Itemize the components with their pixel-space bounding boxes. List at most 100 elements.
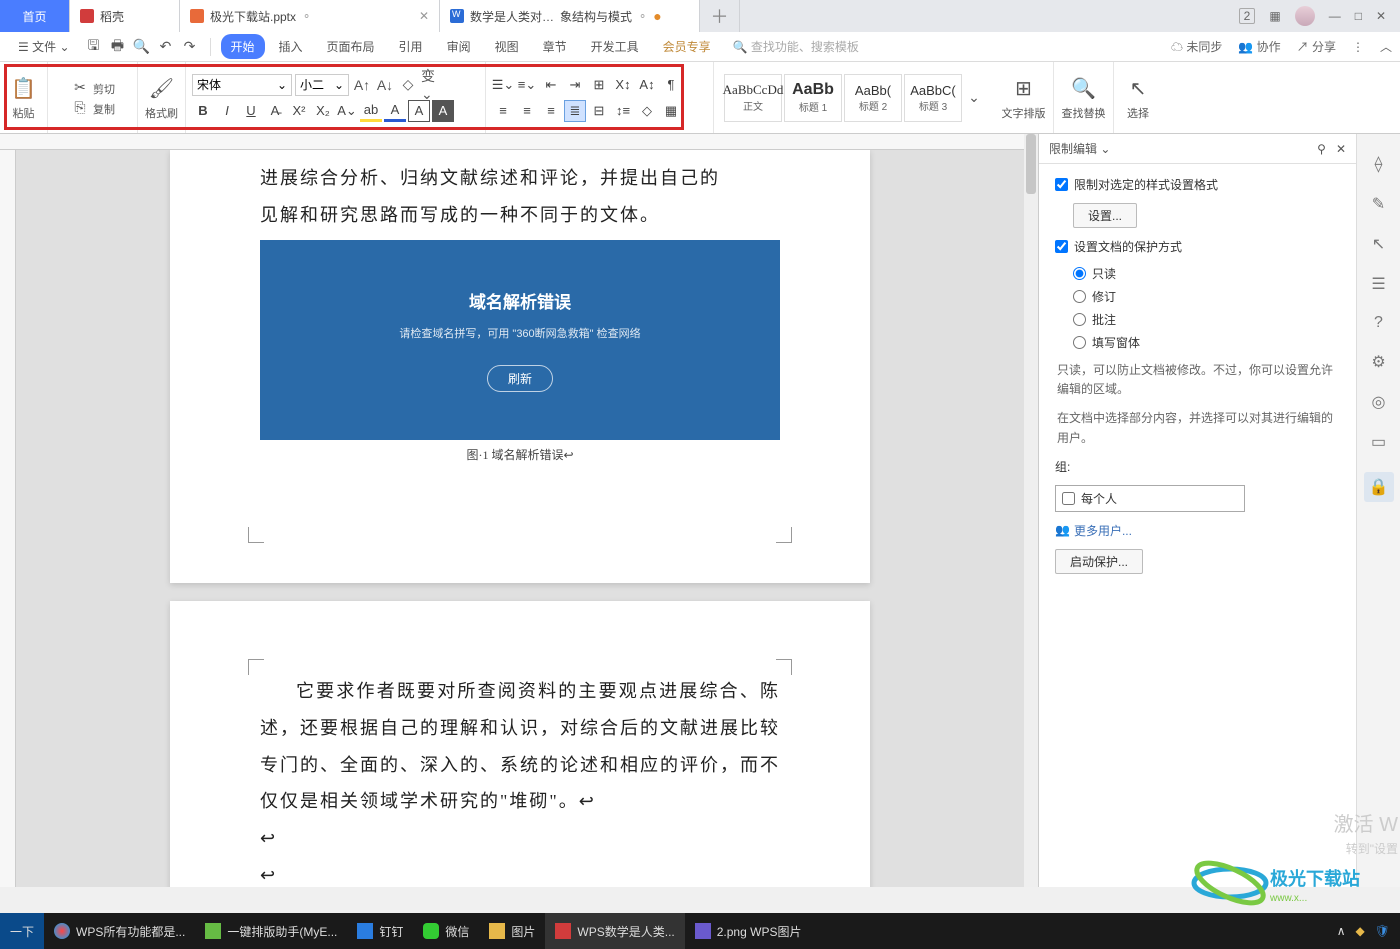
style-h2[interactable]: AaBb(标题 2 xyxy=(844,74,902,122)
save-icon[interactable]: 🖫 xyxy=(84,37,104,57)
grow-font-icon[interactable]: A↑ xyxy=(352,75,372,95)
taskbar-item[interactable]: 微信 xyxy=(413,913,479,949)
underline-button[interactable]: U xyxy=(240,100,262,122)
scrollbar-vertical[interactable] xyxy=(1024,134,1038,887)
borders-icon[interactable]: ▦ xyxy=(660,100,682,122)
showmarks-icon[interactable]: A↕ xyxy=(636,74,658,96)
rocket-icon[interactable]: ⟠ xyxy=(1375,154,1383,174)
tab-home[interactable]: 首页 xyxy=(0,0,70,32)
pin-icon[interactable]: ⚬ xyxy=(638,10,647,23)
maximize-icon[interactable]: □ xyxy=(1355,9,1362,23)
cut-icon[interactable]: ✂ xyxy=(70,78,90,98)
linespace-icon[interactable]: ↕≡ xyxy=(612,100,634,122)
paragraph[interactable]: 进展综合分析、归纳文献综述和评论，并提出自己的 xyxy=(260,160,780,197)
target-icon[interactable]: ◎ xyxy=(1372,392,1386,412)
para-icon[interactable]: ¶ xyxy=(660,74,682,96)
everyone-checkbox[interactable]: 每个人 xyxy=(1055,485,1245,512)
image-caption[interactable]: 图·1 域名解析错误↩ xyxy=(260,446,780,463)
avatar[interactable] xyxy=(1295,6,1315,26)
align-right-icon[interactable]: ≡ xyxy=(540,100,562,122)
undo-icon[interactable]: ↶ xyxy=(156,37,176,57)
book-icon[interactable]: ▭ xyxy=(1371,432,1386,452)
tray-icon[interactable]: 🛡 xyxy=(1375,924,1390,938)
sparkle-icon[interactable]: ⚙ xyxy=(1371,352,1385,372)
tray-icon[interactable]: ∧ xyxy=(1337,924,1346,938)
tab-file-docx[interactable]: 数学是人类对…象结构与模式 ⚬ ● xyxy=(440,0,700,32)
search-input[interactable]: 🔍 查找功能、搜索模板 xyxy=(733,38,859,55)
italic-button[interactable]: I xyxy=(216,100,238,122)
grid-icon[interactable]: ▦ xyxy=(1269,9,1280,23)
select-icon[interactable]: ↖ xyxy=(1124,75,1152,103)
menu-review[interactable]: 审阅 xyxy=(437,34,481,59)
embedded-image[interactable]: 域名解析错误 请检查域名拼写，可用 "360断网急救箱" 检查网络 刷新 xyxy=(260,240,780,440)
ruler-vertical[interactable] xyxy=(0,150,16,887)
more-users-link[interactable]: 👥 更多用户... xyxy=(1055,522,1340,539)
taskbar-item[interactable]: WPS所有功能都是... xyxy=(44,913,195,949)
font-size-select[interactable]: 小二⌄ xyxy=(295,74,349,96)
numbering-icon[interactable]: ≡⌄ xyxy=(516,74,538,96)
menu-vip[interactable]: 会员专享 xyxy=(653,34,721,59)
align-justify-icon[interactable]: ≣ xyxy=(564,100,586,122)
bold-button[interactable]: B xyxy=(192,100,214,122)
charshade-button[interactable]: A xyxy=(432,100,454,122)
textfx-button[interactable]: A⌄ xyxy=(336,100,358,122)
scroll-thumb[interactable] xyxy=(1026,134,1036,194)
tab-daoke[interactable]: 稻壳 xyxy=(70,0,180,32)
pin-icon[interactable]: ⚬ xyxy=(302,10,311,23)
menu-chapter[interactable]: 章节 xyxy=(533,34,577,59)
paragraph[interactable]: ↩ xyxy=(260,820,780,857)
shrink-font-icon[interactable]: A↓ xyxy=(375,75,395,95)
minimize-icon[interactable]: — xyxy=(1329,9,1341,23)
fontcolor-button[interactable]: A xyxy=(384,100,406,122)
tab-add[interactable]: ＋ xyxy=(700,0,740,32)
chevron-up-icon[interactable]: ︿ xyxy=(1380,38,1392,55)
tabstop-icon[interactable]: ⊞ xyxy=(588,74,610,96)
menu-view[interactable]: 视图 xyxy=(485,34,529,59)
font-name-select[interactable]: 宋体⌄ xyxy=(192,74,292,96)
style-normal[interactable]: AaBbCcDd正文 xyxy=(724,74,782,122)
paragraph[interactable]: 见解和研究思路而写成的一种不同于的文体。 xyxy=(260,197,780,234)
radio-form[interactable]: 填写窗体 xyxy=(1073,334,1340,351)
paragraph[interactable]: 它要求作者既要对所查阅资料的主要观点进展综合、陈述，还要根据自己的理解和认识，对… xyxy=(260,673,780,821)
close-panel-icon[interactable]: ✕ xyxy=(1336,142,1346,156)
help-icon[interactable]: ? xyxy=(1374,314,1383,332)
taskbar-item[interactable]: 钉钉 xyxy=(347,913,413,949)
style-h1[interactable]: AaBb标题 1 xyxy=(784,74,842,122)
tray-icon[interactable]: ◆ xyxy=(1356,924,1365,938)
radio-readonly[interactable]: 只读 xyxy=(1073,265,1340,282)
copy-icon[interactable]: ⎘ xyxy=(70,98,90,118)
badge-icon[interactable]: 2 xyxy=(1239,8,1256,24)
menu-file[interactable]: ☰ 文件 ⌄ xyxy=(8,34,80,59)
tab-file-pptx[interactable]: 极光下载站.pptx ⚬ ✕ xyxy=(180,0,440,32)
taskbar-item[interactable]: 2.png WPS图片 xyxy=(685,913,812,949)
strike-button[interactable]: A̵ xyxy=(264,100,286,122)
menu-insert[interactable]: 插入 xyxy=(269,34,313,59)
phonetic-icon[interactable]: 变⌄ xyxy=(421,75,441,95)
sort-icon[interactable]: X↕ xyxy=(612,74,634,96)
ruler-horizontal[interactable] xyxy=(0,134,1038,150)
settings-icon[interactable]: ☰ xyxy=(1371,274,1385,294)
page-1[interactable]: 进展综合分析、归纳文献综述和评论，并提出自己的 见解和研究思路而写成的一种不同于… xyxy=(170,150,870,583)
redo-icon[interactable]: ↷ xyxy=(180,37,200,57)
bullets-icon[interactable]: ☰⌄ xyxy=(492,74,514,96)
taskbar-start[interactable]: 一下 xyxy=(0,913,44,949)
close-window-icon[interactable]: ✕ xyxy=(1376,9,1386,23)
charborder-button[interactable]: A xyxy=(408,100,430,122)
close-icon[interactable]: ✕ xyxy=(419,9,429,23)
outdent-icon[interactable]: ⇤ xyxy=(540,74,562,96)
distribute-icon[interactable]: ⊟ xyxy=(588,100,610,122)
menu-start[interactable]: 开始 xyxy=(221,34,265,59)
paste-icon[interactable]: 📋 xyxy=(10,75,38,103)
styles-more-icon[interactable]: ⌄ xyxy=(964,88,984,108)
chk-format-restrict[interactable]: 限制对选定的样式设置格式 xyxy=(1055,176,1340,193)
shading-icon[interactable]: ◇ xyxy=(636,100,658,122)
style-h3[interactable]: AaBbC(标题 3 xyxy=(904,74,962,122)
find-icon[interactable]: 🔍 xyxy=(1070,75,1098,103)
textlayout-icon[interactable]: ⊞ xyxy=(1010,75,1038,103)
taskbar-item[interactable]: 图片 xyxy=(479,913,545,949)
share-button[interactable]: ↗ 分享 xyxy=(1297,38,1336,55)
menu-dev[interactable]: 开发工具 xyxy=(581,34,649,59)
system-tray[interactable]: ∧ ◆ 🛡 xyxy=(1337,924,1400,938)
align-left-icon[interactable]: ≡ xyxy=(492,100,514,122)
highlight-button[interactable]: ab xyxy=(360,100,382,122)
